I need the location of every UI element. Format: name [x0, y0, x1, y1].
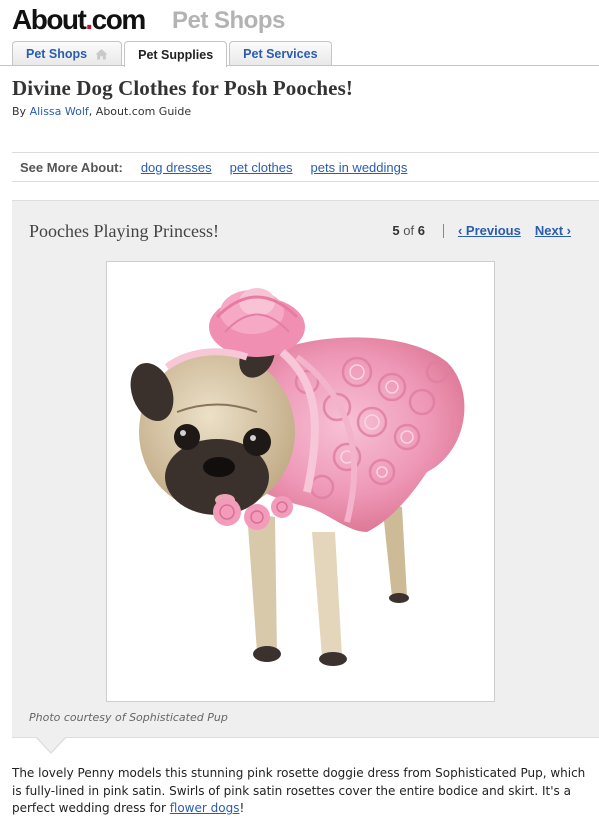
tab-pet-services[interactable]: Pet Services — [229, 41, 332, 66]
section-name[interactable]: Pet Shops — [172, 7, 285, 35]
see-more-label: See More About: — [20, 159, 123, 175]
see-more-bar: See More About: dog dresses pet clothes … — [12, 152, 599, 182]
tab-divider — [0, 65, 599, 66]
caption-pointer — [37, 737, 65, 752]
slide-pager: 5 of 6 ‹ Previous Next › — [392, 223, 571, 238]
about-logo[interactable]: About.com — [12, 4, 146, 36]
pager-divider — [442, 223, 444, 238]
site-header: About.com Pet Shops Pet Shops Pet Suppli… — [0, 0, 599, 67]
chevron-right-icon: › — [566, 223, 571, 238]
pug-in-pink-dress-image — [130, 288, 465, 666]
page-title: Divine Dog Clothes for Posh Pooches! — [12, 76, 353, 100]
slideshow-panel: Pooches Playing Princess! 5 of 6 ‹ Previ… — [12, 200, 599, 738]
tab-pet-shops[interactable]: Pet Shops — [12, 41, 123, 66]
slide-counter: 5 of 6 — [392, 223, 425, 238]
home-icon — [95, 48, 108, 60]
slide-title: Pooches Playing Princess! — [29, 221, 219, 241]
tab-pet-supplies[interactable]: Pet Supplies — [124, 41, 228, 67]
topic-link-dog-dresses[interactable]: dog dresses — [141, 160, 212, 175]
topic-link-pets-in-weddings[interactable]: pets in weddings — [311, 160, 408, 175]
slide-description: The lovely Penny models this stunning pi… — [12, 766, 586, 815]
byline: By Alissa Wolf, About.com Guide — [12, 105, 192, 118]
topic-link-pet-clothes[interactable]: pet clothes — [230, 160, 293, 175]
photo-caption: Photo courtesy of Sophisticated Pup — [29, 711, 228, 724]
flower-dogs-link[interactable]: flower dogs — [170, 801, 240, 815]
chevron-left-icon: ‹ — [457, 223, 463, 238]
next-button[interactable]: Next › — [535, 223, 571, 238]
slide-photo — [106, 261, 495, 702]
previous-button[interactable]: ‹ Previous — [458, 223, 521, 238]
channel-tabs: Pet Shops Pet Supplies Pet Services — [12, 41, 334, 67]
author-link[interactable]: Alissa Wolf — [30, 105, 89, 118]
